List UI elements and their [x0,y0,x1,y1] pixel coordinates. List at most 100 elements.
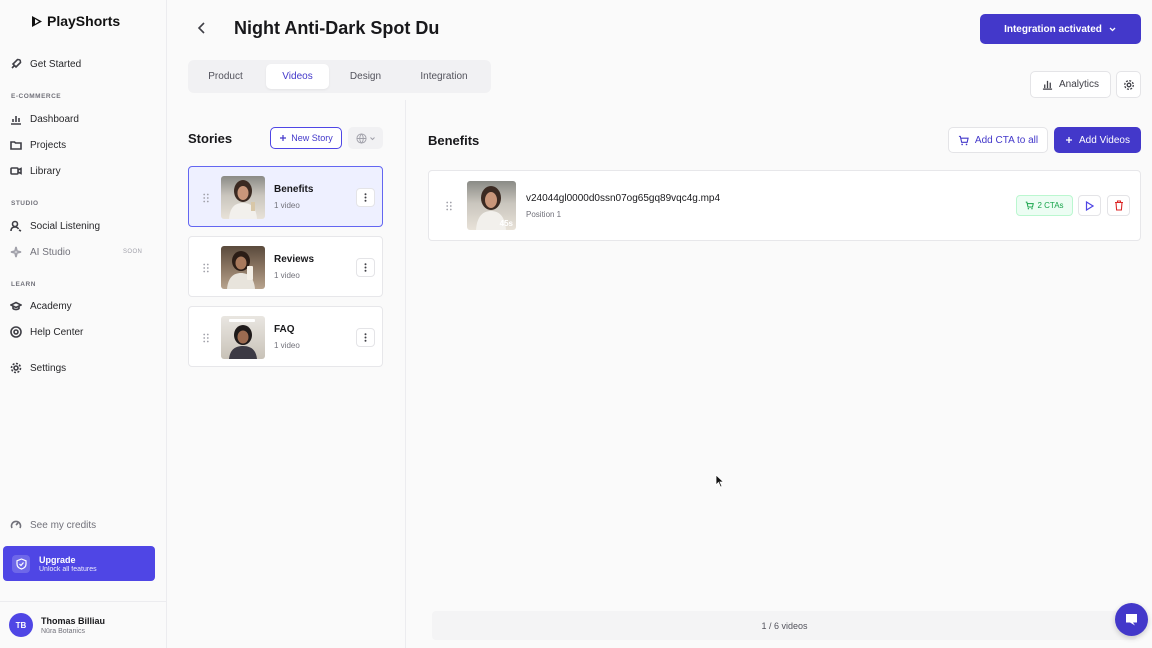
sidebar-item-label: Settings [30,362,67,374]
settings-button[interactable] [1116,71,1141,98]
language-selector[interactable] [348,127,383,149]
sidebar-item-label: Social Listening [30,220,101,232]
delete-video-button[interactable] [1107,195,1130,216]
tab-videos[interactable]: Videos [266,64,329,89]
sidebar-item-library[interactable]: Library [10,162,61,180]
lifebuoy-icon [10,326,22,338]
page-title: Night Anti-Dark Spot Du [234,18,440,38]
chat-support-button[interactable] [1115,603,1148,636]
credits-label: See my credits [30,519,97,531]
story-thumbnail [221,176,265,219]
globe-icon [355,132,367,144]
sidebar-item-label: Library [30,165,61,177]
add-cta-label: Add CTA to all [974,134,1039,146]
mouse-cursor-icon [715,474,725,488]
story-name: FAQ [274,324,295,335]
analytics-label: Analytics [1058,79,1099,90]
video-filename: v24044gl0000d0ssn07og65gq89vqc4g.mp4 [526,193,721,204]
sidebar-item-help-center[interactable]: Help Center [10,323,83,341]
plus-icon [280,135,287,141]
sidebar-item-label: AI Studio [30,246,71,258]
analytics-button[interactable]: Analytics [1030,71,1111,98]
sidebar-item-label: Academy [30,300,72,312]
sidebar-item-dashboard[interactable]: Dashboard [10,110,79,128]
sidebar-item-get-started[interactable]: Get Started [10,55,81,73]
gear-icon [1123,79,1134,90]
user-search-icon [10,220,22,232]
story-thumbnail [221,246,265,289]
video-count-footer: 1 / 6 videos [432,611,1137,640]
logo[interactable]: PlayShorts [31,13,120,29]
story-card-benefits[interactable]: Benefits 1 video [188,166,383,227]
tab-product[interactable]: Product [192,64,259,89]
drag-handle-icon[interactable] [203,333,209,343]
cta-count-badge[interactable]: 2 CTAs [1016,195,1073,216]
sidebar-item-settings[interactable]: Settings [10,359,66,377]
story-card-faq[interactable]: FAQ 1 video [188,306,383,367]
sidebar-item-label: Get Started [30,58,82,70]
trash-icon [1114,200,1123,211]
add-videos-label: Add Videos [1079,134,1130,146]
video-row[interactable]: 45s v24044gl0000d0ssn07og65gq89vqc4g.mp4… [428,170,1141,241]
tab-design[interactable]: Design [333,64,398,89]
back-arrow-icon[interactable] [194,20,210,36]
play-video-button[interactable] [1078,195,1101,216]
story-name: Benefits [274,184,314,195]
bar-chart-icon [11,116,21,125]
sidebar-item-label: Dashboard [30,113,79,125]
chat-bubble-icon [1126,614,1137,626]
video-thumbnail: 45s [467,181,516,230]
video-duration: 45s [499,219,513,228]
upgrade-button[interactable]: Upgrade Unlock all features [3,546,155,581]
story-card-reviews[interactable]: Reviews 1 video [188,236,383,297]
gauge-icon [10,520,22,529]
story-menu-button[interactable] [356,188,375,207]
shield-icon [12,554,30,573]
upgrade-subtitle: Unlock all features [39,565,97,573]
story-menu-button[interactable] [356,258,375,277]
cta-count-label: 2 CTAs [1037,201,1064,210]
see-credits-link[interactable]: See my credits [10,516,96,534]
user-profile[interactable]: TB Thomas Billiau Nūra Botanics [0,601,166,648]
graduation-cap-icon [10,301,22,311]
add-videos-button[interactable]: Add Videos [1054,127,1141,153]
column-divider [405,100,406,648]
drag-handle-icon[interactable] [203,193,209,203]
gear-icon [10,362,22,374]
section-learn: LEARN [11,281,36,288]
panel-title: Benefits [428,133,480,148]
sidebar-item-ai-studio[interactable]: AI Studio [10,243,71,261]
section-ecommerce: E-COMMERCE [11,93,62,100]
cart-icon [958,135,969,145]
chevron-down-icon [369,136,375,140]
sidebar-item-label: Projects [30,139,67,151]
story-video-count: 1 video [274,341,300,350]
app-name: PlayShorts [47,13,121,29]
add-cta-to-all-button[interactable]: Add CTA to all [948,127,1048,153]
drag-handle-icon[interactable] [446,201,452,211]
integration-activated-button[interactable]: Integration activated [980,14,1141,44]
tab-bar: Product Videos Design Integration [188,60,491,93]
story-menu-button[interactable] [356,328,375,347]
integration-button-label: Integration activated [1004,23,1102,35]
video-icon [10,167,22,175]
story-video-count: 1 video [274,201,300,210]
story-video-count: 1 video [274,271,300,280]
folder-icon [10,141,22,150]
upgrade-title: Upgrade [39,554,76,565]
drag-handle-icon[interactable] [203,263,209,273]
sidebar-item-social-listening[interactable]: Social Listening [10,217,100,235]
tab-integration[interactable]: Integration [402,64,486,89]
stories-title: Stories [188,131,233,146]
user-org: Nūra Botanics [41,627,85,635]
sidebar-item-academy[interactable]: Academy [10,297,72,315]
new-story-label: New Story [291,133,333,143]
cart-icon [1026,201,1035,210]
playshorts-logo-icon [32,15,42,27]
section-studio: STUDIO [11,200,39,207]
more-vertical-icon [364,333,367,342]
new-story-button[interactable]: New Story [270,127,342,149]
sidebar-item-projects[interactable]: Projects [10,136,66,154]
bar-chart-icon [1042,80,1053,90]
story-name: Reviews [274,254,315,265]
